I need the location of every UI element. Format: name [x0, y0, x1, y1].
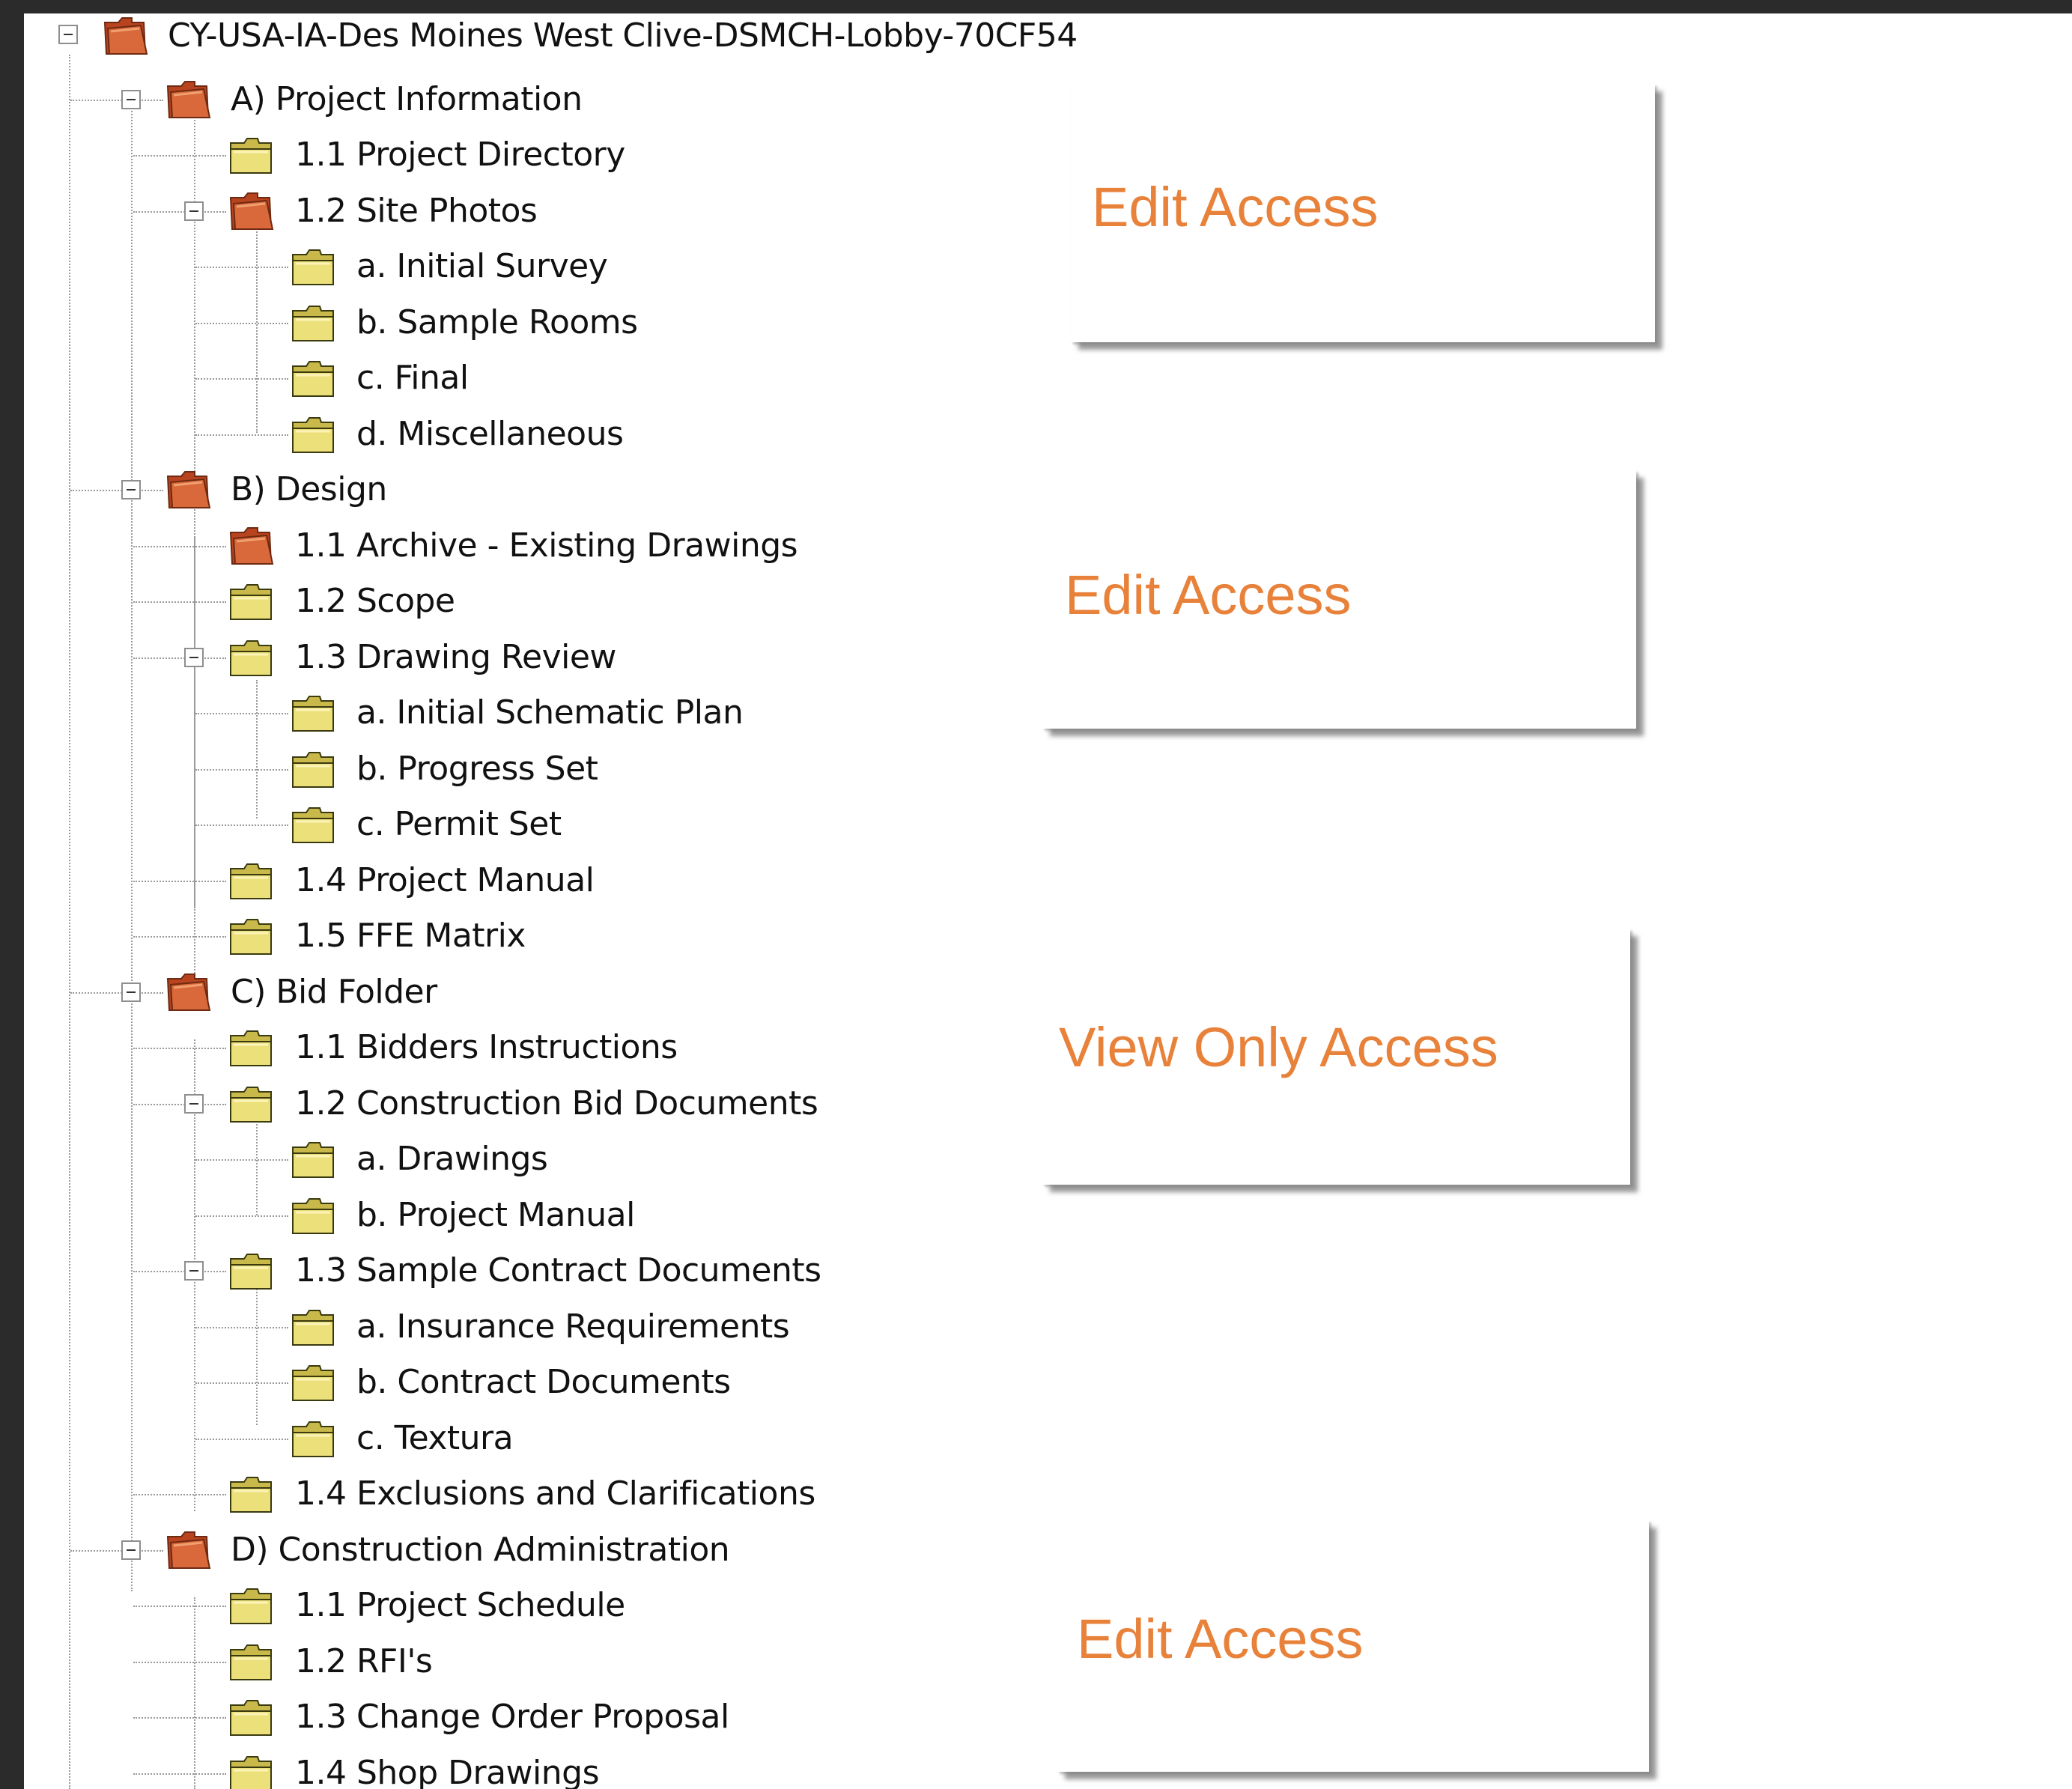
access-card-bid-folder: View Only Access	[1042, 929, 1630, 1185]
access-card-project-information: Edit Access	[1071, 84, 1655, 342]
access-label: Edit Access	[1092, 176, 1379, 238]
access-label: View Only Access	[1059, 1016, 1498, 1078]
access-label: Edit Access	[1065, 564, 1352, 626]
access-label: Edit Access	[1077, 1608, 1364, 1670]
access-card-design: Edit Access	[1042, 470, 1636, 729]
access-card-construction-administration: Edit Access	[1057, 1520, 1649, 1772]
tree-rows	[24, 13, 2072, 1789]
